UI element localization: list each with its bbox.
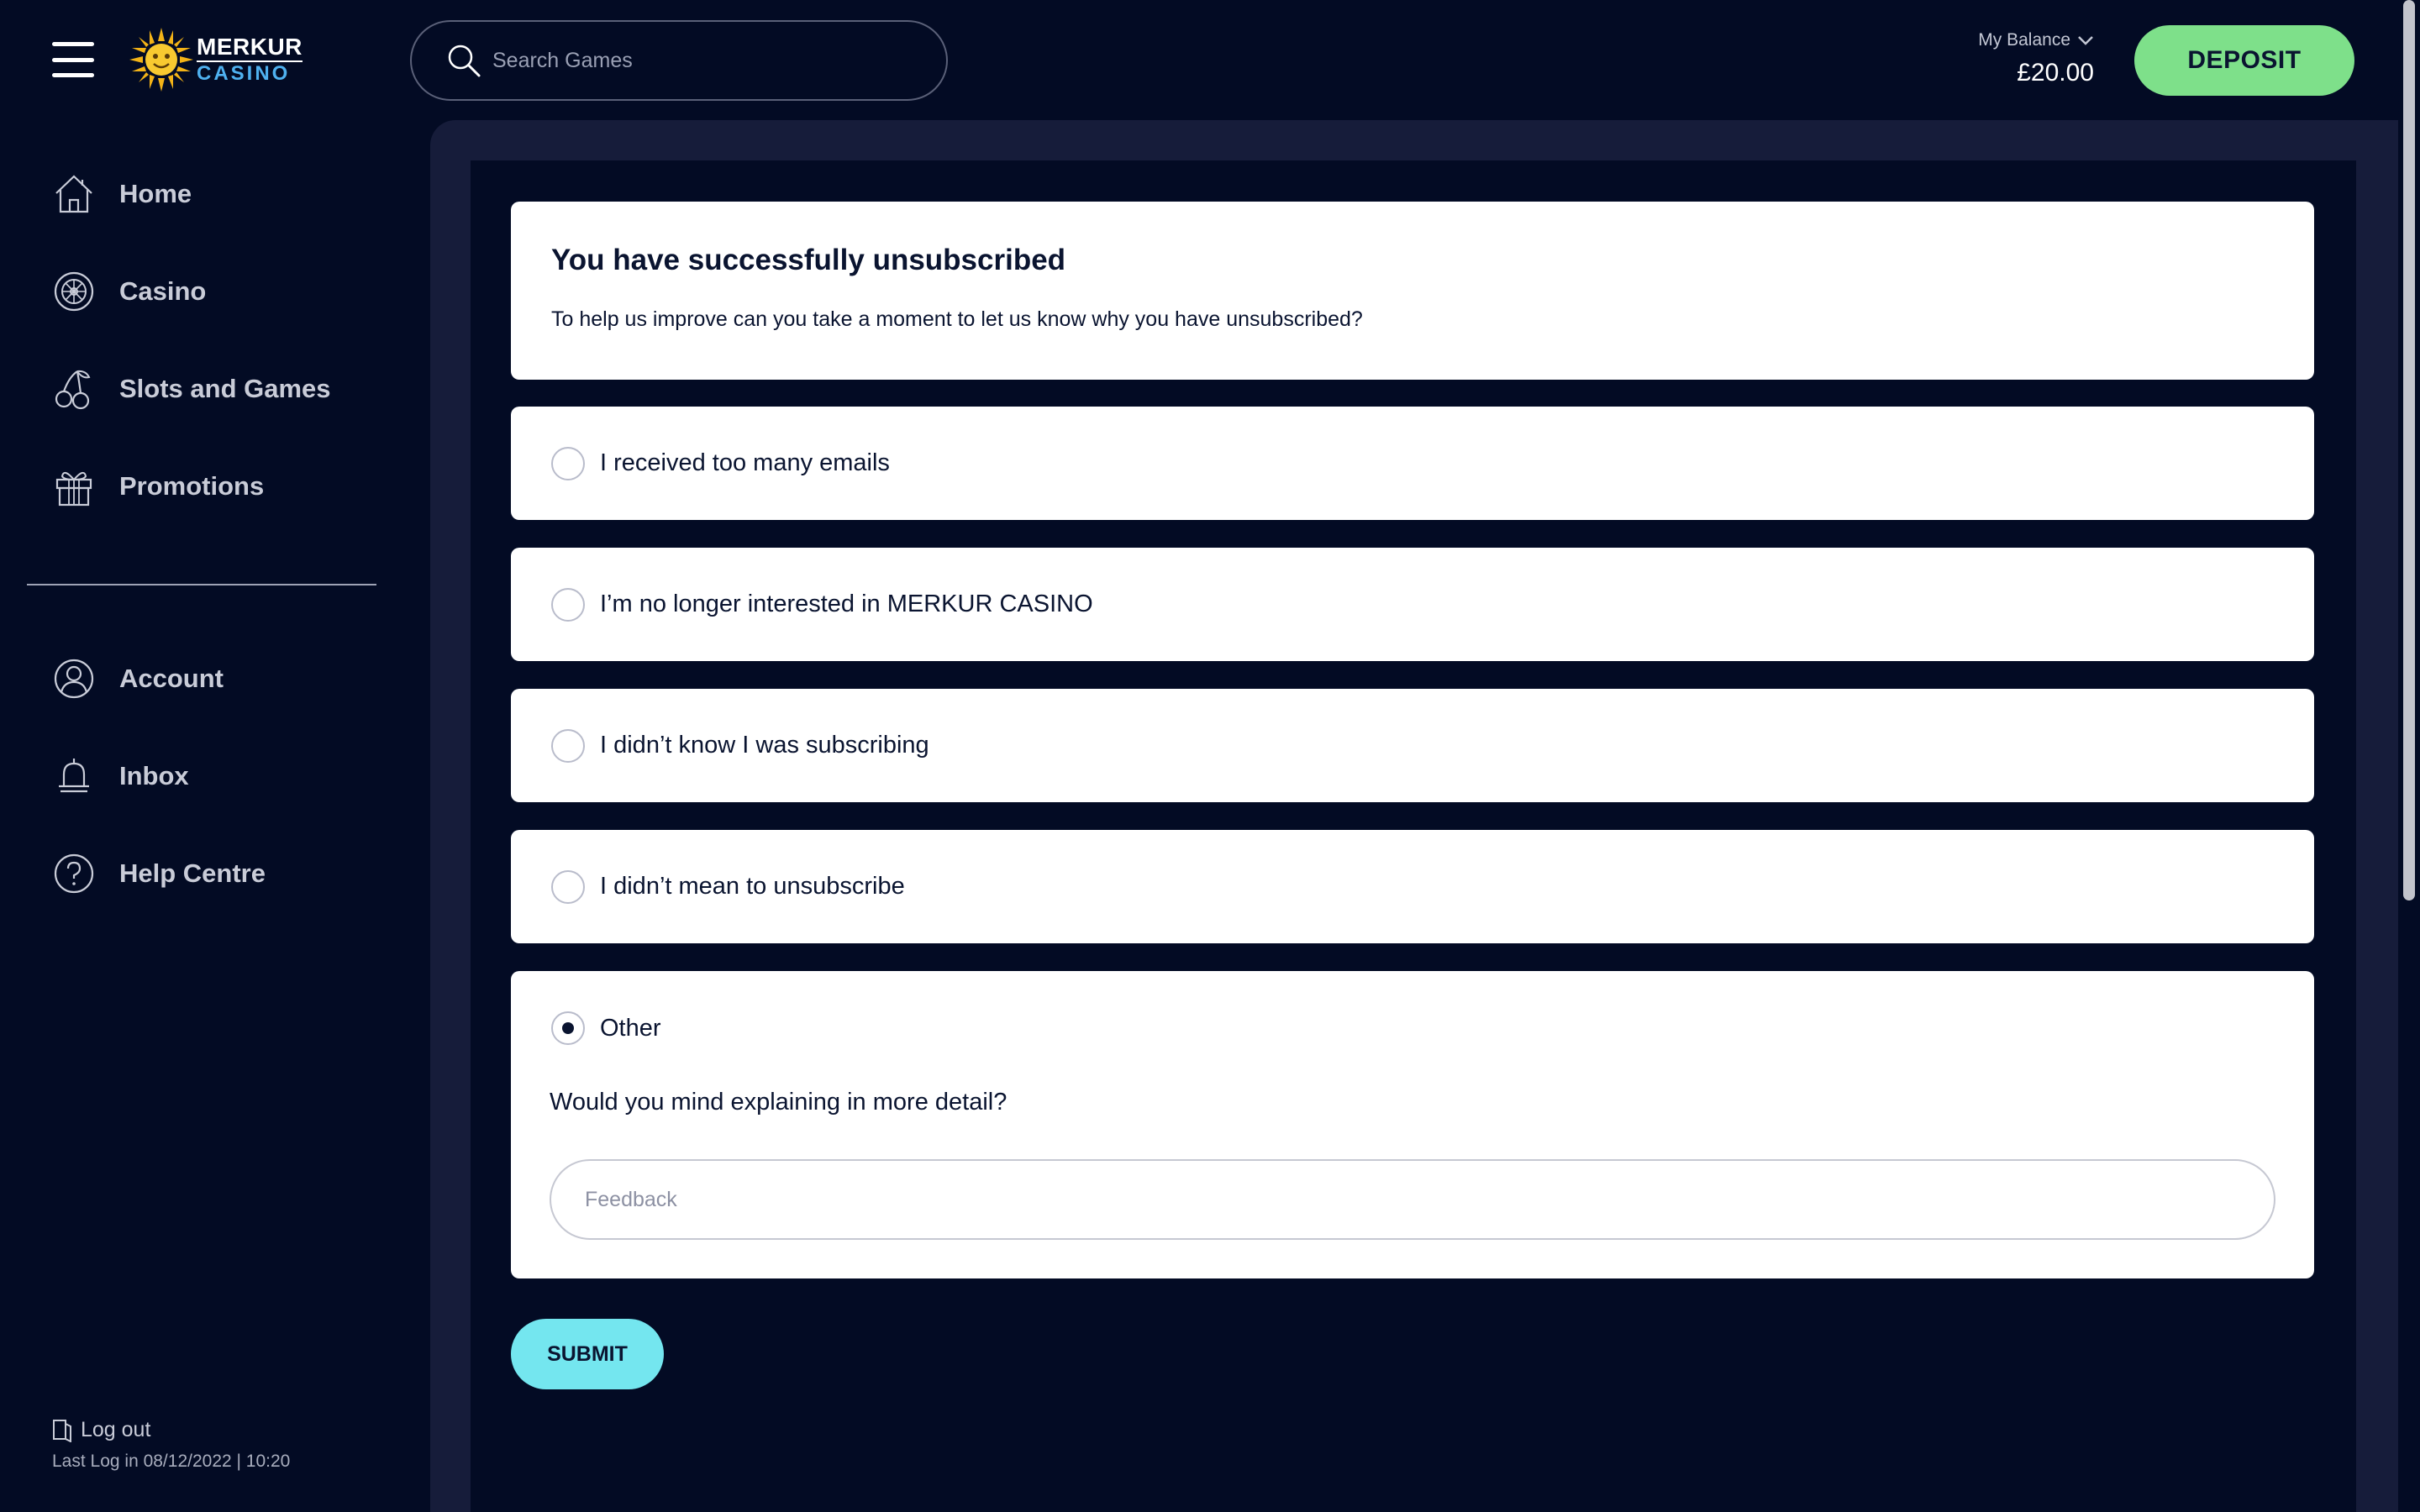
reason-option-too-many-emails[interactable]: I received too many emails — [511, 407, 2314, 520]
feedback-input[interactable] — [550, 1159, 2275, 1240]
page-title: You have successfully unsubscribed — [551, 244, 1066, 276]
sidebar-item-label: Inbox — [119, 761, 189, 790]
radio-button[interactable] — [551, 869, 585, 904]
logout-label: Log out — [81, 1418, 151, 1441]
radio-button[interactable] — [551, 728, 585, 763]
radio-button[interactable] — [551, 446, 585, 480]
logo-word-merkur: MERKUR — [197, 34, 302, 60]
sidebar-item-label: Casino — [119, 276, 207, 306]
balance-dropdown[interactable]: My Balance £20.00 — [1978, 30, 2094, 87]
bell-icon — [59, 759, 89, 793]
balance-label: My Balance — [1978, 30, 2070, 50]
roulette-icon — [54, 271, 94, 312]
user-icon — [54, 659, 94, 699]
reason-label: I received too many emails — [600, 449, 890, 476]
radio-button-selected[interactable] — [551, 1011, 585, 1045]
deposit-button[interactable]: DEPOSIT — [2134, 25, 2354, 96]
sidebar-item-casino[interactable]: Casino — [52, 266, 206, 317]
reason-label: Other — [600, 1014, 661, 1042]
sidebar-item-account[interactable]: Account — [52, 654, 224, 704]
sidebar-item-slots-and-games[interactable]: Slots and Games — [52, 364, 331, 414]
scrollbar-thumb[interactable] — [2403, 0, 2415, 900]
sidebar-item-inbox[interactable]: Inbox — [52, 751, 189, 801]
sidebar-item-label: Promotions — [119, 471, 265, 501]
balance-amount: £20.00 — [2017, 59, 2094, 87]
reason-option-other[interactable]: Other — [551, 1011, 661, 1045]
search-bar[interactable] — [410, 20, 948, 101]
sun-mascot-icon — [129, 28, 193, 92]
page-subtitle: To help us improve can you take a moment… — [551, 307, 1363, 331]
sidebar-item-label: Slots and Games — [119, 374, 331, 403]
sidebar-item-label: Home — [119, 179, 192, 208]
reason-option-didnt-mean-to[interactable]: I didn’t mean to unsubscribe — [511, 830, 2314, 943]
sidebar-divider — [27, 584, 376, 585]
gift-icon — [55, 471, 92, 507]
sidebar-item-label: Account — [119, 664, 224, 693]
logo-word-casino: CASINO — [197, 60, 302, 84]
reason-option-didnt-know-subscribing[interactable]: I didn’t know I was subscribing — [511, 689, 2314, 802]
submit-button[interactable]: SUBMIT — [511, 1319, 664, 1389]
reason-label: I didn’t know I was subscribing — [600, 732, 929, 759]
radio-button[interactable] — [551, 587, 585, 622]
help-icon — [54, 853, 94, 894]
sidebar-item-home[interactable]: Home — [52, 169, 192, 219]
sidebar-item-help-centre[interactable]: Help Centre — [52, 848, 266, 899]
chevron-down-icon — [2078, 36, 2093, 45]
reason-label: I didn’t mean to unsubscribe — [600, 873, 905, 900]
cherries-icon — [55, 370, 91, 410]
reason-option-not-interested[interactable]: I’m no longer interested in MERKUR CASIN… — [511, 548, 2314, 661]
logout-link[interactable]: Log out — [52, 1418, 150, 1442]
detail-question: Would you mind explaining in more detail… — [550, 1089, 1007, 1116]
unsubscribe-confirmation-card: You have successfully unsubscribed To he… — [511, 202, 2314, 380]
reason-option-other-card: Other Would you mind explaining in more … — [511, 971, 2314, 1278]
reason-label: I’m no longer interested in MERKUR CASIN… — [600, 591, 1093, 617]
sidebar-item-promotions[interactable]: Promotions — [52, 461, 264, 512]
search-input[interactable] — [492, 48, 896, 73]
menu-icon[interactable] — [52, 42, 94, 77]
merkur-casino-logo[interactable]: MERKUR CASINO — [128, 25, 302, 94]
app: MERKUR CASINO My Balance £20.00 DEPOSIT — [0, 0, 2420, 1512]
home-icon — [55, 175, 92, 213]
search-icon — [448, 45, 481, 77]
last-login-text: Last Log in 08/12/2022 | 10:20 — [52, 1452, 291, 1471]
sidebar-item-label: Help Centre — [119, 858, 266, 888]
logout-icon — [53, 1419, 71, 1442]
